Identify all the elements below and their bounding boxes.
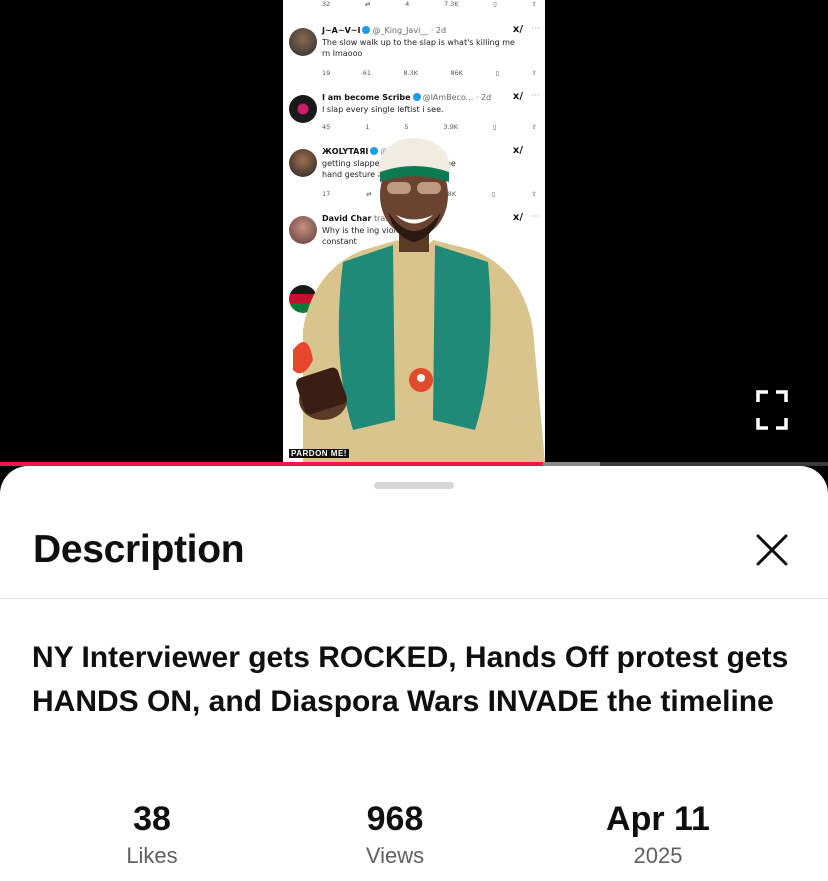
video-stats: 38 Likes 968 Views Apr 11 2025: [0, 799, 828, 869]
views-stat: 968 Views: [295, 799, 495, 871]
upload-date: Apr 11: [606, 800, 710, 838]
watermark-logo: PARDON ME!: [289, 449, 349, 458]
drag-handle[interactable]: [374, 482, 454, 489]
fullscreen-icon[interactable]: [756, 390, 788, 430]
divider: [0, 598, 828, 599]
upload-year: 2025: [633, 843, 683, 868]
close-icon[interactable]: [752, 530, 792, 570]
host-figure: [293, 138, 545, 462]
date-stat: Apr 11 2025: [558, 799, 758, 871]
video-player[interactable]: 32 ⇄ 4 7.3K ▯ ⇧ J~A~V~I @_King_Javi__ · 2…: [0, 0, 828, 470]
description-sheet: Description NY Interviewer gets ROCKED, …: [0, 466, 828, 881]
video-frame[interactable]: 32 ⇄ 4 7.3K ▯ ⇧ J~A~V~I @_King_Javi__ · 2…: [283, 0, 545, 462]
sheet-title: Description: [33, 528, 245, 571]
views-count: 968: [366, 800, 424, 838]
video-title: NY Interviewer gets ROCKED, Hands Off pr…: [32, 641, 789, 718]
likes-label: Likes: [126, 843, 178, 868]
views-label: Views: [365, 843, 425, 868]
likes-stat: 38 Likes: [52, 799, 252, 871]
likes-count: 38: [133, 800, 171, 838]
